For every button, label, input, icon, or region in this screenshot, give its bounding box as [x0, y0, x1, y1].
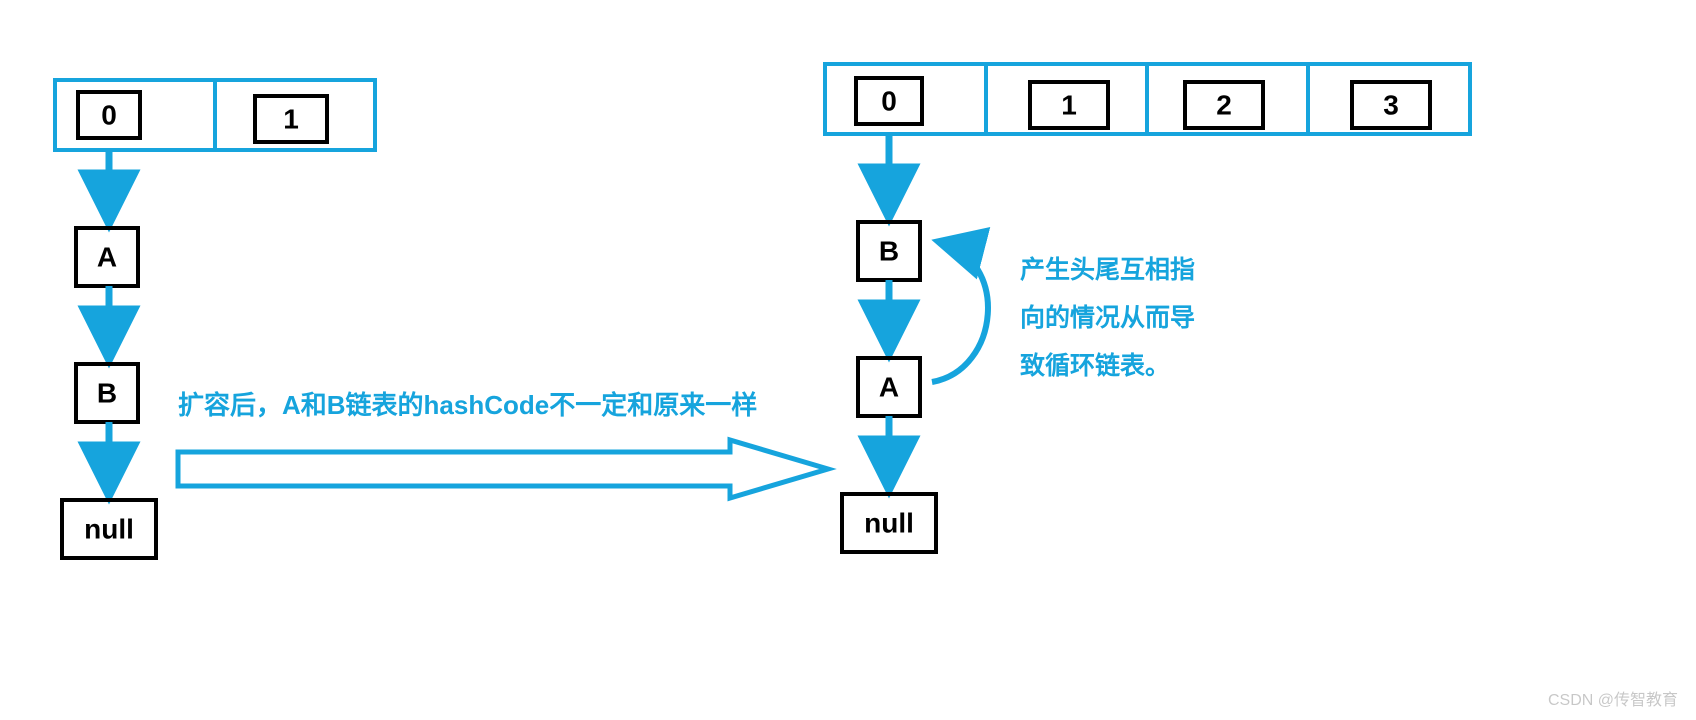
- left-node-B-label: B: [97, 378, 117, 409]
- left-bucket-1-label: 1: [283, 104, 299, 135]
- left-array: 0 1: [55, 80, 375, 150]
- right-caption-line-2: 向的情况从而导: [1020, 303, 1195, 332]
- left-chain: A B null: [62, 150, 156, 558]
- right-node-A-label: A: [879, 372, 899, 403]
- hashmap-resize-diagram: 0 1 A B null 0 1 2: [0, 0, 1696, 720]
- right-bucket-2-label: 2: [1216, 90, 1232, 121]
- right-caption-line-1: 产生头尾互相指: [1020, 256, 1195, 284]
- right-node-null-label: null: [864, 508, 914, 539]
- right-bucket-1-label: 1: [1061, 90, 1077, 121]
- left-node-null-label: null: [84, 514, 134, 545]
- resize-block-arrow-icon: [178, 440, 828, 498]
- watermark: CSDN @传智教育: [1548, 686, 1678, 710]
- right-bucket-3-label: 3: [1383, 90, 1399, 121]
- right-caption: 产生头尾互相指 向的情况从而导 致循环链表。: [1020, 256, 1195, 380]
- left-node-A-label: A: [97, 242, 117, 273]
- right-chain: B A null: [842, 134, 936, 552]
- right-bucket-0-label: 0: [881, 86, 897, 117]
- left-bucket-0-label: 0: [101, 100, 117, 131]
- middle-caption: 扩容后，A和B链表的hashCode不一定和原来一样: [178, 390, 757, 420]
- right-node-B-label: B: [879, 236, 899, 267]
- right-caption-line-3: 致循环链表。: [1020, 351, 1170, 380]
- right-array: 0 1 2 3: [825, 64, 1470, 134]
- loop-arrow-icon: [932, 242, 988, 382]
